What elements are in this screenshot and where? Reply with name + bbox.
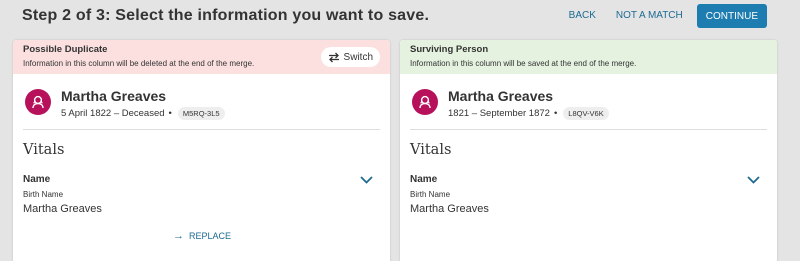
swap-arrows-icon: [328, 52, 339, 62]
chevron-down-icon[interactable]: [747, 176, 760, 184]
top-actions: BACK NOT A MATCH CONTINUE: [559, 3, 767, 28]
meta-separator: •: [168, 108, 172, 119]
not-a-match-button[interactable]: NOT A MATCH: [606, 3, 693, 28]
person-meta: 5 April 1822 – Deceased • M5RQ-3L5: [61, 107, 225, 120]
vitals-section-title: Vitals: [410, 142, 452, 158]
female-person-icon: [412, 89, 438, 115]
replace-button[interactable]: → REPLACE: [173, 230, 231, 242]
person-dates: 1821 – September 1872: [448, 108, 550, 119]
surviving-person-header: Surviving Person Information in this col…: [400, 40, 777, 74]
chevron-down-icon[interactable]: [360, 176, 373, 184]
meta-separator: •: [553, 108, 558, 119]
person-name: Martha Greaves: [448, 88, 554, 104]
possible-duplicate-panel: Possible Duplicate Information in this c…: [13, 40, 390, 261]
switch-button[interactable]: Switch: [320, 47, 380, 67]
birth-name-value: Martha Greaves: [23, 203, 102, 215]
birth-name-value: Martha Greaves: [410, 203, 489, 215]
panel-subtitle: Information in this column will be saved…: [410, 59, 637, 68]
female-person-icon: [25, 89, 51, 115]
switch-label: Switch: [343, 51, 373, 63]
divider: [23, 129, 380, 130]
person-id-badge[interactable]: L8QV-V6K: [563, 107, 609, 120]
arrow-right-icon: →: [173, 230, 184, 242]
back-button[interactable]: BACK: [559, 3, 606, 28]
panel-title: Surviving Person: [410, 44, 489, 55]
person-name: Martha Greaves: [61, 88, 167, 104]
person-dates: 5 April 1822 – Deceased: [61, 108, 165, 119]
page-title: Step 2 of 3: Select the information you …: [22, 7, 430, 24]
replace-label: REPLACE: [189, 231, 232, 241]
birth-name-label: Birth Name: [23, 190, 64, 199]
divider: [410, 129, 767, 130]
name-field-label: Name: [410, 174, 438, 185]
possible-duplicate-header: Possible Duplicate Information in this c…: [13, 40, 390, 74]
surviving-person-panel: Surviving Person Information in this col…: [400, 40, 777, 261]
name-field-label: Name: [23, 174, 51, 185]
birth-name-label: Birth Name: [410, 190, 451, 199]
person-meta: 1821 – September 1872 • L8QV-V6K: [448, 107, 609, 120]
continue-button[interactable]: CONTINUE: [696, 3, 767, 28]
person-summary: Martha Greaves 1821 – September 1872 • L…: [412, 87, 765, 129]
person-summary: Martha Greaves 5 April 1822 – Deceased •…: [25, 87, 378, 129]
vitals-section-title: Vitals: [23, 142, 65, 158]
person-id-badge[interactable]: M5RQ-3L5: [177, 107, 225, 120]
